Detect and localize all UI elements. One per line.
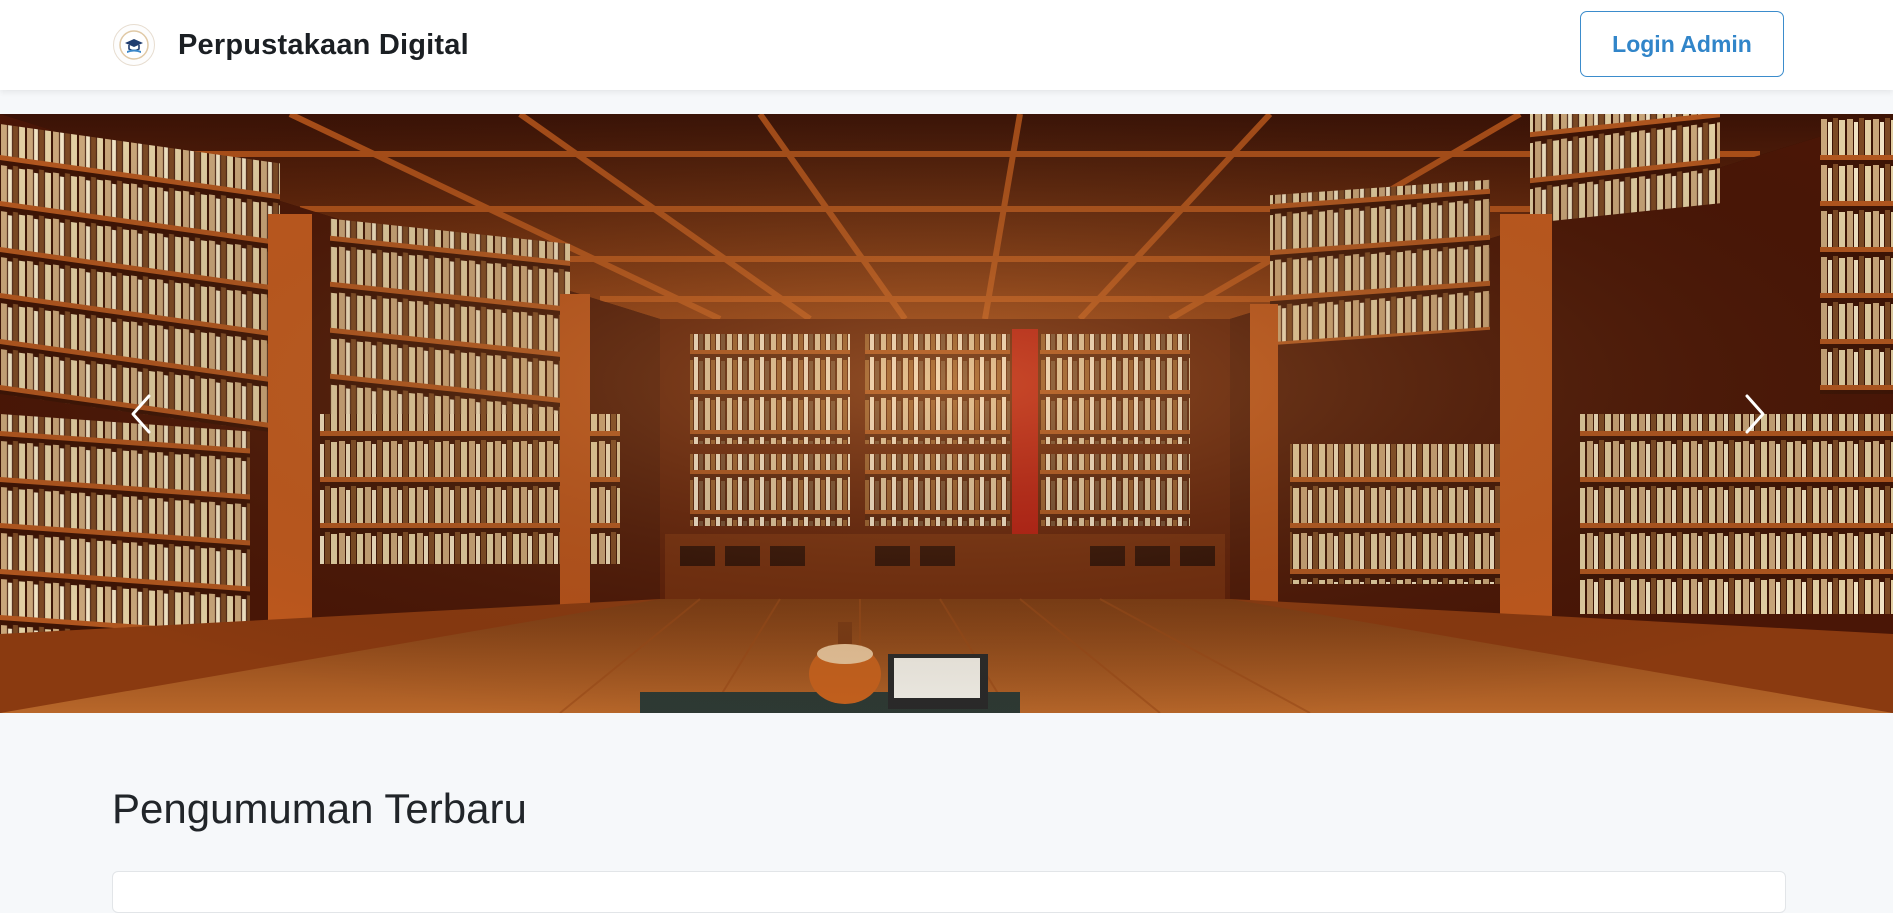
carousel-next-control[interactable] <box>1654 114 1854 713</box>
library-hero-image <box>0 114 1893 713</box>
carousel-prev-control[interactable] <box>42 114 242 713</box>
top-navbar: Perpustakaan Digital Login Admin <box>0 0 1893 90</box>
announcement-card <box>112 871 1786 913</box>
chevron-right-icon <box>1745 394 1765 433</box>
chevron-left-icon <box>131 394 151 433</box>
site-title: Perpustakaan Digital <box>178 28 469 61</box>
library-logo-icon <box>113 24 155 66</box>
login-admin-button[interactable]: Login Admin <box>1580 11 1784 77</box>
hero-carousel <box>0 114 1893 713</box>
announcements-heading: Pengumuman Terbaru <box>112 785 527 832</box>
navbar-brand[interactable]: Perpustakaan Digital <box>113 24 469 66</box>
